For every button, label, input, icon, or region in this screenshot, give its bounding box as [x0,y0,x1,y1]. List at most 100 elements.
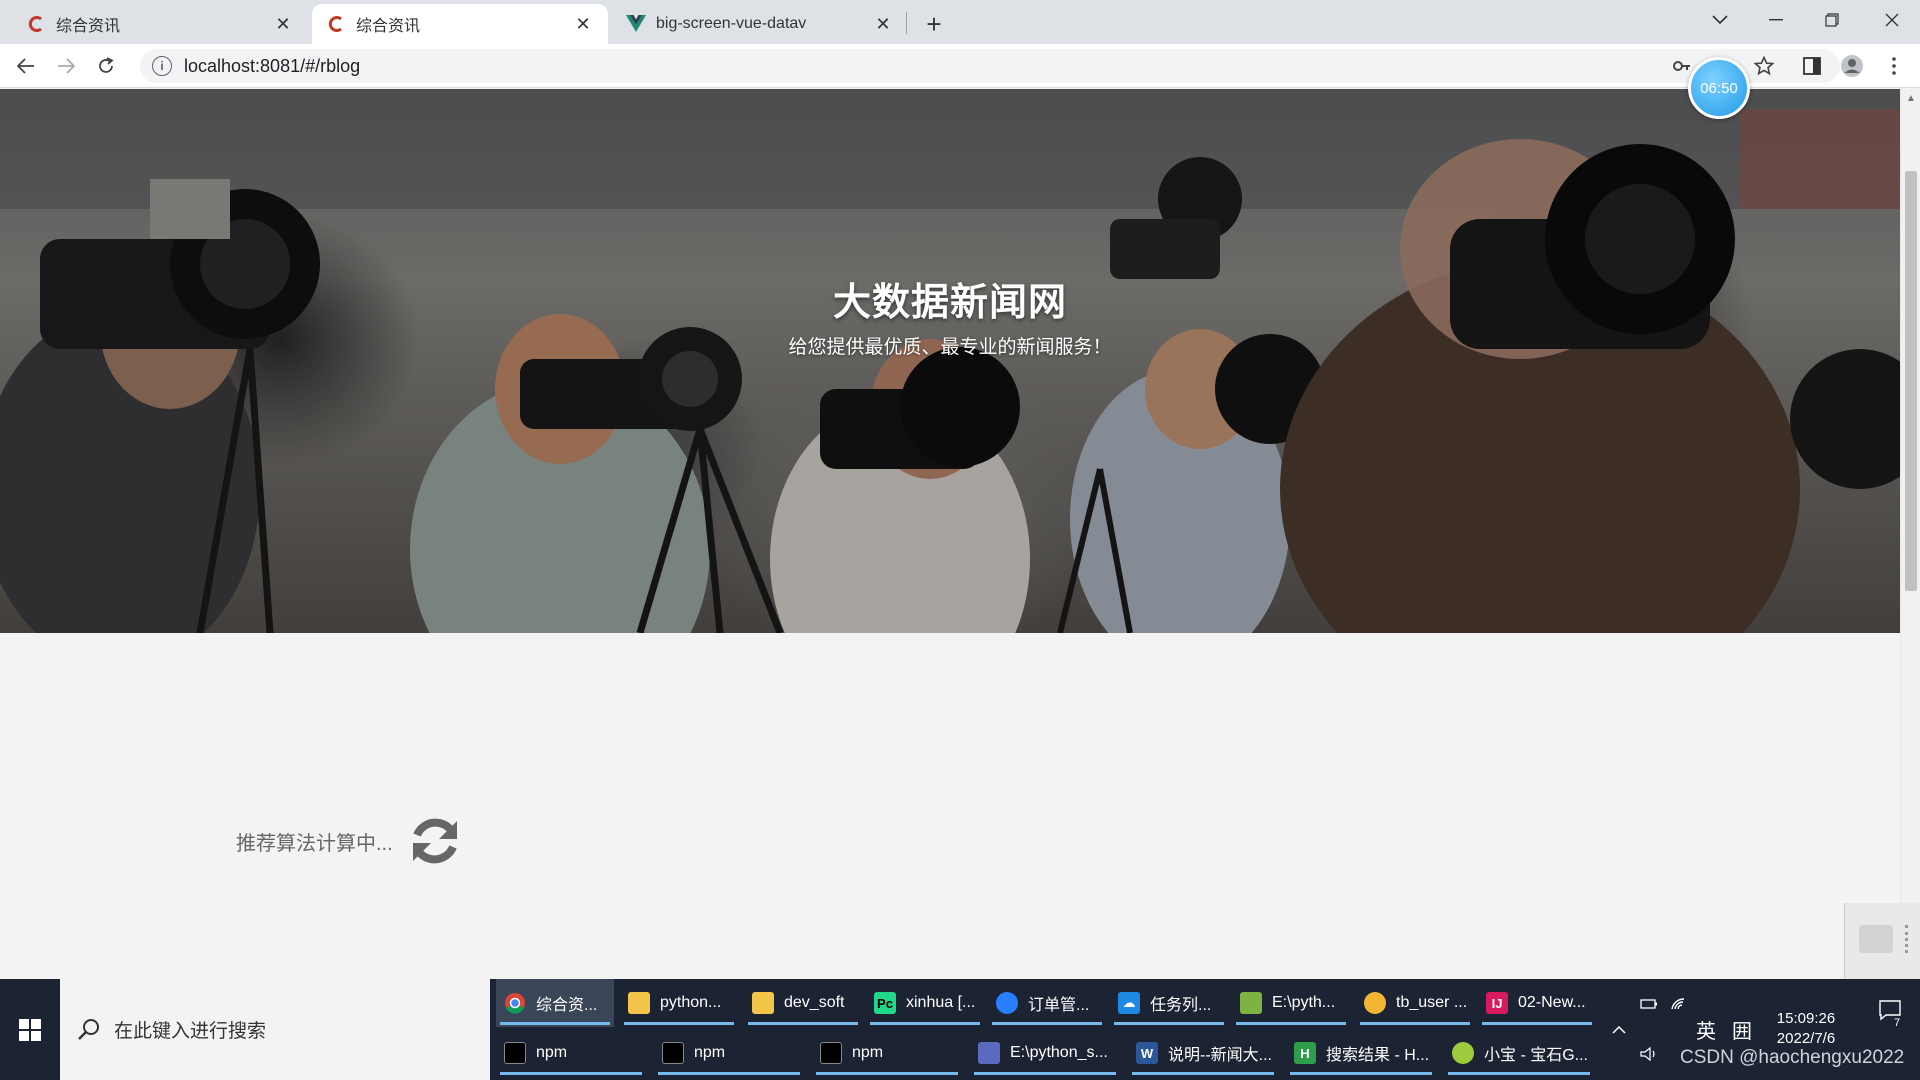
profile-icon[interactable] [1838,52,1866,80]
taskbar-item-explorer[interactable]: E:\python_s... [970,1029,1120,1077]
tab-title: big-screen-vue-datav [656,15,807,32]
image-viewer-icon [1240,992,1262,1014]
taskbar-label: npm [694,1044,726,1061]
new-tab-button[interactable]: + [918,8,950,40]
folder-icon [752,992,774,1014]
close-icon[interactable]: ✕ [272,13,294,35]
forward-button[interactable] [50,50,82,82]
clock-time: 15:09:26 [1776,1010,1836,1027]
hbuilder-icon: H [1294,1042,1316,1064]
taskbar-label: 任务列... [1150,997,1212,1014]
cloud-icon: ☁ [1118,992,1140,1014]
bookmark-star-icon[interactable] [1750,52,1778,80]
taskbar-item-pycharm[interactable]: Pc xinhua [... [866,979,984,1027]
scrollbar-thumb[interactable] [1905,171,1917,591]
c-logo-icon [26,14,46,34]
floating-timer-badge[interactable]: 06:50 [1688,57,1750,119]
vue-logo-icon [626,14,646,34]
windows-taskbar: 在此键入进行搜索 综合资... python... dev_soft Pc xi… [0,979,1920,1080]
wifi-icon[interactable] [1666,979,1692,1029]
taskbar-item-navicat[interactable]: tb_user ... [1356,979,1474,1027]
taskbar-item-word[interactable]: W 说明--新闻大... [1128,1029,1278,1077]
taskbar-item-qqbrowser[interactable]: 订单管... [988,979,1106,1027]
battery-icon[interactable] [1636,979,1662,1029]
taskbar-clock[interactable]: 15:09:26 2022/7/6 [1768,1009,1844,1049]
search-placeholder: 在此键入进行搜索 [114,1021,267,1042]
loading-indicator: 推荐算法计算中... [236,813,463,869]
notification-count: 7 [1894,1017,1901,1029]
loading-text: 推荐算法计算中... [236,832,393,855]
taskbar-label: 综合资... [536,997,598,1014]
taskbar-label: 搜索结果 - H... [1326,1047,1430,1064]
taskbar-label: 小宝 - 宝石G... [1484,1047,1589,1064]
reload-button[interactable] [90,50,122,82]
taskbar-label: dev_soft [784,994,845,1011]
hero-title: 大数据新闻网 [832,282,1067,324]
csdn-watermark: CSDN @haochengxu2022 [1680,1047,1905,1068]
menu-dots-icon[interactable] [1880,52,1908,80]
start-button[interactable] [0,979,60,1080]
hero-subtitle: 给您提供最优质、最专业的新闻服务！ [788,337,1112,358]
search-icon [78,1018,99,1040]
taskbar-item-game[interactable]: 小宝 - 宝石G... [1444,1029,1594,1077]
taskbar-item-tasklist[interactable]: ☁ 任务列... [1110,979,1228,1027]
volume-icon[interactable] [1636,1029,1662,1079]
url-text: localhost:8081/#/rblog [184,55,361,76]
taskbar-label: python... [660,994,722,1011]
taskbar-item-folder-python[interactable]: python... [620,979,738,1027]
drag-handle-icon[interactable] [1905,925,1909,953]
close-window-button[interactable] [1864,0,1920,40]
chevron-up-icon [1612,1025,1626,1034]
taskbar-item-hbuilder[interactable]: H 搜索结果 - H... [1286,1029,1436,1077]
site-info-icon[interactable]: i [152,56,172,76]
notification-center-button[interactable]: 7 [1868,979,1912,1041]
terminal-icon [504,1042,526,1064]
terminal-icon [662,1042,684,1064]
navicat-icon [1364,992,1386,1014]
terminal-icon [820,1042,842,1064]
chrome-icon [504,992,526,1014]
taskbar-item-npm-2[interactable]: npm [654,1029,804,1077]
taskbar-item-npm-1[interactable]: npm [496,1029,646,1077]
page-scrollbar[interactable]: ▲ [1900,89,1920,979]
pycharm-icon: Pc [874,992,896,1014]
close-icon[interactable]: ✕ [872,13,894,35]
chevron-down-icon [1712,15,1728,25]
reload-icon [99,57,114,73]
ime-mode-text: 囲 [1732,1021,1752,1043]
minimize-button[interactable] [1748,0,1804,40]
taskbar-label: E:\pyth... [1272,994,1336,1011]
arrow-right-icon [58,58,75,74]
close-icon[interactable]: ✕ [572,13,594,35]
restore-button[interactable] [1804,0,1860,40]
tab-zonghe-1[interactable]: 综合资讯 ✕ [12,4,308,44]
taskbar-label: 说明--新闻大... [1168,1047,1272,1064]
tab-title: 综合资讯 [356,18,421,35]
game-icon [1452,1042,1474,1064]
tab-big-screen[interactable]: big-screen-vue-datav ✕ [612,4,908,44]
qq-browser-icon [996,992,1018,1014]
refresh-spinner-icon [412,818,457,864]
tab-zonghe-2[interactable]: 综合资讯 ✕ [312,4,608,44]
scroll-up-icon[interactable]: ▲ [1905,93,1917,104]
hero-overlay [0,89,1900,633]
window-icon [978,1042,1000,1064]
hero-banner: 大数据新闻网 给您提供最优质、最专业的新闻服务！ [0,89,1900,633]
side-panel-icon[interactable] [1798,52,1826,80]
video-icon[interactable] [1859,925,1893,953]
show-hidden-icons-button[interactable] [1604,979,1634,1080]
taskbar-label: xinhua [... [906,994,976,1011]
word-icon: W [1136,1042,1158,1064]
floating-recorder-panel[interactable] [1844,903,1920,979]
taskbar-item-image-viewer[interactable]: E:\pyth... [1232,979,1350,1027]
back-button[interactable] [10,50,42,82]
taskbar-item-folder-devsoft[interactable]: dev_soft [744,979,862,1027]
taskbar-item-chrome[interactable]: 综合资... [496,979,614,1027]
address-bar[interactable]: i localhost:8081/#/rblog [140,49,1840,83]
taskbar-item-intellij[interactable]: IJ 02-New... [1478,979,1596,1027]
taskbar-item-npm-3[interactable]: npm [812,1029,962,1077]
tab-search-button[interactable] [1692,0,1748,40]
taskbar-search-box[interactable]: 在此键入进行搜索 [60,979,490,1080]
tab-divider [906,12,907,34]
folder-icon [628,992,650,1014]
